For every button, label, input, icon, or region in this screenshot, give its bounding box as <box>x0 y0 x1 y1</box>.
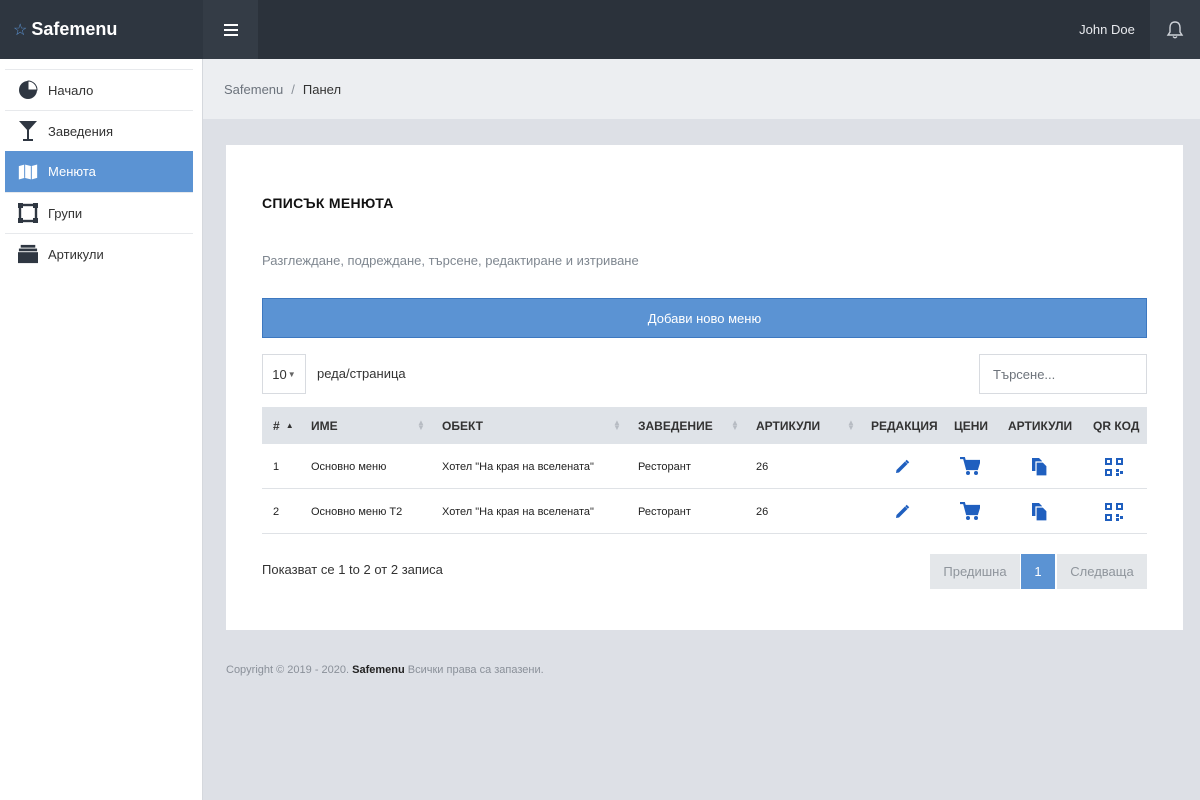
star-icon: ☆ <box>13 21 28 39</box>
sidebar-item-articles[interactable]: Артикули <box>5 233 193 274</box>
menu-list-card: СПИСЪК МЕНЮТА Разглеждане, подреждане, т… <box>226 145 1183 630</box>
copy-icon <box>1031 502 1048 522</box>
brand[interactable]: ☆ Safemenu <box>0 0 203 59</box>
prices-button[interactable] <box>950 444 990 489</box>
qr-code-button[interactable] <box>1094 444 1134 489</box>
cell-name: Основно меню Т2 <box>311 505 403 518</box>
cell-object: Хотел "На края на вселената" <box>442 505 594 518</box>
sidebar-item-label: Групи <box>48 205 83 221</box>
column-header-qr: QR КОД <box>1093 418 1140 433</box>
breadcrumb: Safemenu / Панел <box>203 59 1200 119</box>
cell-name: Основно меню <box>311 460 387 473</box>
sort-icon: ▲ ▼ <box>847 418 855 432</box>
cell-articles: 26 <box>756 505 769 518</box>
copy-icon <box>1031 457 1048 477</box>
column-header-prices: ЦЕНИ <box>954 418 989 433</box>
qr-code-button[interactable] <box>1094 489 1134 534</box>
caret-down-icon: ▼ <box>287 369 296 379</box>
pencil-icon <box>896 504 910 518</box>
footer-copyright: Copyright © 2019 - 2020. <box>226 664 350 676</box>
column-header-object[interactable]: ОБЕКТ <box>442 407 483 444</box>
cell-articles: 26 <box>756 460 769 473</box>
qr-code-icon <box>1105 502 1123 521</box>
breadcrumb-current: Панел <box>302 81 342 97</box>
sidebar-item-label: Артикули <box>48 246 104 262</box>
page-size-value: 10 <box>272 366 287 382</box>
page-subtitle: Разглеждане, подреждане, търсене, редакт… <box>262 253 639 268</box>
sidebar-item-home[interactable]: Начало <box>5 69 193 110</box>
cell-venue: Ресторант <box>638 505 691 518</box>
user-menu[interactable]: John Doe <box>1064 0 1150 59</box>
pie-chart-icon <box>18 80 38 100</box>
column-header-articles-action: АРТИКУЛИ <box>1008 418 1073 433</box>
cocktail-icon <box>18 121 38 141</box>
menu-toggle-button[interactable] <box>203 0 258 59</box>
sort-asc-icon: ▲ <box>285 421 294 430</box>
edit-button[interactable] <box>882 444 922 489</box>
map-icon <box>18 162 38 182</box>
sidebar: Начало Заведения Менюта Групи Артикули <box>0 59 203 800</box>
cell-venue: Ресторант <box>638 460 691 473</box>
cell-number: 2 <box>273 505 280 518</box>
sidebar-item-label: Менюта <box>48 164 96 179</box>
add-menu-button[interactable]: Добави ново меню <box>262 298 1147 338</box>
table-info: Показват се 1 to 2 от 2 записа <box>262 562 443 577</box>
table-row: 1 Основно меню Хотел "На края на вселена… <box>262 444 1147 489</box>
articles-button[interactable] <box>1019 489 1059 534</box>
pencil-icon <box>896 459 910 473</box>
footer-brand: Safemenu <box>352 664 405 676</box>
table-row: 2 Основно меню Т2 Хотел "На края на всел… <box>262 489 1147 534</box>
search-input[interactable] <box>979 354 1147 394</box>
notifications-button[interactable] <box>1150 0 1200 59</box>
cart-icon <box>960 502 980 520</box>
sort-icon: ▲ ▼ <box>731 418 739 432</box>
footer: Copyright © 2019 - 2020. Safemenu Всички… <box>226 664 544 676</box>
previous-page-button[interactable]: Предишна <box>930 554 1020 589</box>
qr-code-icon <box>1105 457 1123 476</box>
cell-number: 1 <box>273 460 280 473</box>
column-header-articles[interactable]: АРТИКУЛИ <box>756 407 820 444</box>
column-header-venue[interactable]: ЗАВЕДЕНИЕ <box>638 407 713 444</box>
sidebar-item-venues[interactable]: Заведения <box>5 110 193 151</box>
table-header: # ▲ ИМЕ ▲ ▼ ОБЕКТ ▲ ▼ ЗАВЕДЕНИЕ ▲ ▼ АРТИКУЛИ… <box>262 407 1147 444</box>
top-bar: ☆ Safemenu John Doe <box>0 0 1200 59</box>
next-page-button[interactable]: Следваща <box>1057 554 1147 589</box>
page-title: СПИСЪК МЕНЮТА <box>262 195 394 211</box>
articles-button[interactable] <box>1019 444 1059 489</box>
column-header-edit: РЕДАКЦИЯ <box>871 418 938 433</box>
breadcrumb-root[interactable]: Safemenu <box>224 82 283 97</box>
page-size-select[interactable]: 10 ▼ <box>262 354 306 394</box>
breadcrumb-separator: / <box>291 81 295 97</box>
cart-icon <box>960 457 980 475</box>
sidebar-item-label: Начало <box>48 82 94 98</box>
sidebar-item-menus[interactable]: Менюта <box>5 151 193 192</box>
sidebar-item-groups[interactable]: Групи <box>5 192 193 233</box>
brand-name: Safemenu <box>31 19 118 39</box>
group-icon <box>18 203 38 223</box>
prices-button[interactable] <box>950 489 990 534</box>
cell-object: Хотел "На края на вселената" <box>442 460 594 473</box>
bell-icon <box>1166 20 1184 38</box>
sidebar-item-label: Заведения <box>48 123 114 139</box>
column-header-number[interactable]: # ▲ <box>273 407 294 444</box>
page-size-label: реда/страница <box>317 366 406 381</box>
menus-table: # ▲ ИМЕ ▲ ▼ ОБЕКТ ▲ ▼ ЗАВЕДЕНИЕ ▲ ▼ АРТИКУЛИ… <box>262 407 1147 534</box>
column-header-name[interactable]: ИМЕ <box>311 407 338 444</box>
page-1-button[interactable]: 1 <box>1021 554 1055 589</box>
hamburger-icon <box>223 23 238 36</box>
box-icon <box>18 244 38 264</box>
footer-rights: Всички права са запазени. <box>407 664 544 676</box>
sort-icon: ▲ ▼ <box>417 418 425 432</box>
sort-icon: ▲ ▼ <box>613 418 621 432</box>
edit-button[interactable] <box>882 489 922 534</box>
